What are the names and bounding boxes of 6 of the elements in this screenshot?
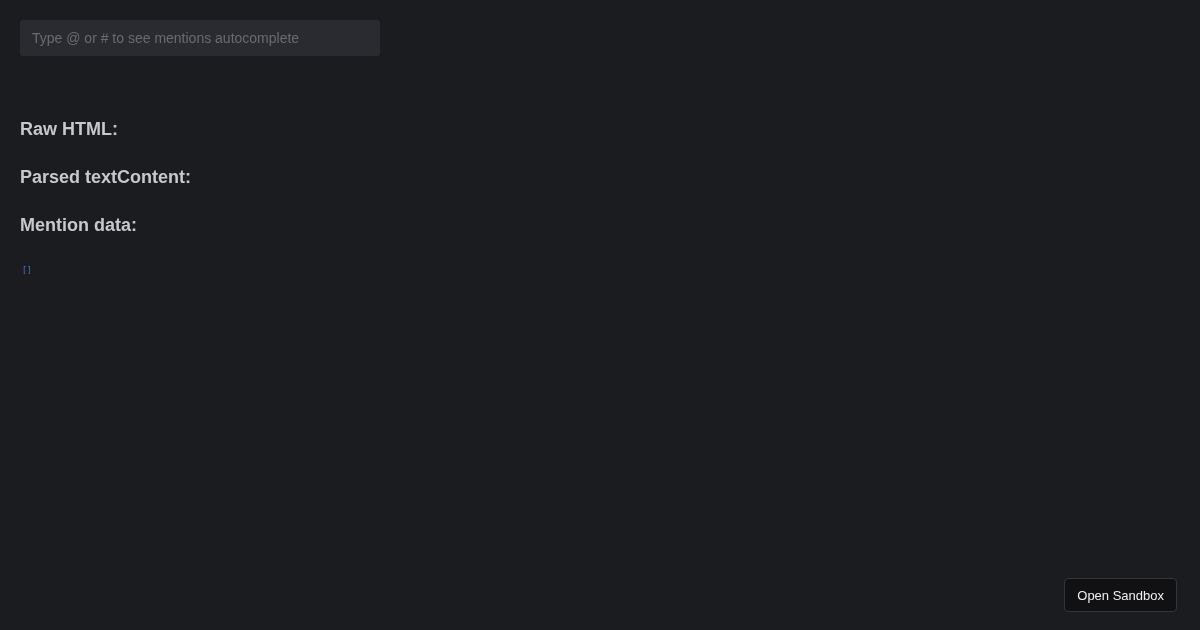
mention-data-output: [] xyxy=(22,266,32,275)
section-heading: Raw HTML: xyxy=(20,119,119,140)
section-heading: Parsed textContent: xyxy=(20,167,193,188)
section-heading: Mention data: xyxy=(20,215,138,236)
mention-input-field[interactable]: Type @ or # to see mentions autocomplete xyxy=(20,20,380,56)
open-sandbox-button[interactable]: Open Sandbox xyxy=(1064,578,1177,612)
